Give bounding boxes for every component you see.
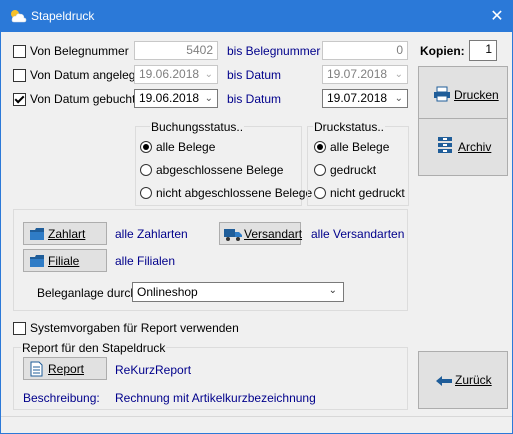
druckstatus-title: Druckstatus.. <box>313 120 386 134</box>
folder-icon <box>29 254 45 271</box>
beleganlage-label: Beleganlage durch.. <box>37 286 144 300</box>
app-icon <box>9 8 27 27</box>
zahlart-value: alle Zahlarten <box>115 227 188 241</box>
buchungsstatus-title: Buchungsstatus.. <box>150 120 245 134</box>
archive-icon <box>437 136 453 157</box>
folder-icon <box>29 227 45 244</box>
druckstatus-option-gedruckt: gedruckt <box>330 163 377 177</box>
title-bar: Stapeldruck ✕ <box>1 1 512 32</box>
zurueck-button[interactable]: Zurück <box>418 351 508 409</box>
belegnummer-checkbox[interactable] <box>13 45 26 58</box>
datum-gebucht-from-value: 19.06.2018 <box>139 91 200 105</box>
druckstatus-option-alle: alle Belege <box>330 140 390 154</box>
status-bar-divider <box>1 416 512 417</box>
close-icon[interactable]: ✕ <box>482 1 512 32</box>
archiv-label: Archiv <box>458 140 492 154</box>
report-title: Report für den Stapeldruck <box>21 341 167 355</box>
beschreibung-value: Rechnung mit Artikelkurzbezeichnung <box>115 391 316 405</box>
archiv-button[interactable]: Archiv <box>418 118 508 176</box>
buchungsstatus-option-nicht-abgeschlossen: nicht abgeschlossene Belege <box>156 186 313 200</box>
druckstatus-option-nicht-gedruckt: nicht gedruckt <box>330 186 405 200</box>
datum-gebucht-to-value: 19.07.2018 <box>327 91 388 105</box>
bis-belegnummer-label: bis Belegnummer <box>227 44 321 58</box>
report-value: ReKurzReport <box>115 363 192 377</box>
chevron-down-icon: ⌄ <box>394 69 403 80</box>
chevron-down-icon: ⌄ <box>328 285 337 296</box>
belegnummer-to-field[interactable]: 0 <box>322 41 408 60</box>
belegnummer-label: Von Belegnummer <box>30 44 129 58</box>
datum-angelegt-to-picker[interactable]: 19.07.2018 ⌄ <box>322 65 408 84</box>
versandart-label: Versandart <box>244 227 303 241</box>
druckstatus-radio-nicht-gedruckt[interactable] <box>314 187 326 199</box>
datum-angelegt-label: Von Datum angelegt <box>30 68 139 82</box>
datum-angelegt-checkbox[interactable] <box>13 69 26 82</box>
filiale-button[interactable]: Filiale <box>23 249 107 272</box>
buchungsstatus-radio-nicht-abgeschlossen[interactable] <box>140 187 152 199</box>
drucken-button[interactable]: Drucken <box>418 66 508 124</box>
datum-angelegt-from-picker[interactable]: 19.06.2018 ⌄ <box>134 65 218 84</box>
zahlart-label: Zahlart <box>48 227 86 241</box>
window-title: Stapeldruck <box>31 9 95 23</box>
versandart-value: alle Versandarten <box>311 227 405 241</box>
report-label: Report <box>48 362 85 376</box>
datum-gebucht-from-picker[interactable]: 19.06.2018 ⌄ <box>134 89 218 108</box>
chevron-down-icon: ⌄ <box>394 93 403 104</box>
kopien-field[interactable]: 1 <box>469 40 497 61</box>
belegnummer-from-field[interactable]: 5402 <box>134 41 218 60</box>
druckstatus-radio-gedruckt[interactable] <box>314 164 326 176</box>
arrow-left-icon <box>436 375 452 389</box>
filiale-label: Filiale <box>48 254 80 268</box>
buchungsstatus-radio-abgeschlossen[interactable] <box>140 164 152 176</box>
zurueck-label: Zurück <box>455 373 492 387</box>
datum-angelegt-from-value: 19.06.2018 <box>139 67 200 81</box>
systemvorgaben-checkbox[interactable] <box>13 322 26 335</box>
truck-icon <box>224 228 242 244</box>
zahlart-button[interactable]: Zahlart <box>23 222 107 245</box>
buchungsstatus-radio-alle[interactable] <box>140 141 152 153</box>
buchungsstatus-option-alle: alle Belege <box>156 140 216 154</box>
filiale-value: alle Filialen <box>115 254 176 268</box>
beleganlage-value: Onlineshop <box>137 285 198 299</box>
report-button[interactable]: Report <box>23 357 107 380</box>
druckstatus-radio-alle[interactable] <box>314 141 326 153</box>
datum-angelegt-to-value: 19.07.2018 <box>327 67 388 81</box>
chevron-down-icon: ⌄ <box>204 69 213 80</box>
bis-datum-angelegt-label: bis Datum <box>227 68 282 82</box>
dialog-window: Stapeldruck ✕ Von Belegnummer 5402 bis B… <box>0 0 513 434</box>
beschreibung-label: Beschreibung: <box>23 391 100 405</box>
datum-gebucht-to-picker[interactable]: 19.07.2018 ⌄ <box>322 89 408 108</box>
document-icon <box>30 361 43 380</box>
printer-icon <box>433 86 451 105</box>
chevron-down-icon: ⌄ <box>204 93 213 104</box>
beleganlage-select[interactable]: Onlineshop ⌄ <box>132 282 344 302</box>
datum-gebucht-label: Von Datum gebucht <box>30 92 136 106</box>
drucken-label: Drucken <box>454 88 499 102</box>
datum-gebucht-checkbox[interactable] <box>13 93 26 106</box>
systemvorgaben-label: Systemvorgaben für Report verwenden <box>30 321 239 335</box>
versandart-button[interactable]: Versandart <box>219 222 303 245</box>
bis-datum-gebucht-label: bis Datum <box>227 92 282 106</box>
buchungsstatus-option-abgeschlossen: abgeschlossene Belege <box>156 163 284 177</box>
kopien-label: Kopien: <box>420 44 465 58</box>
